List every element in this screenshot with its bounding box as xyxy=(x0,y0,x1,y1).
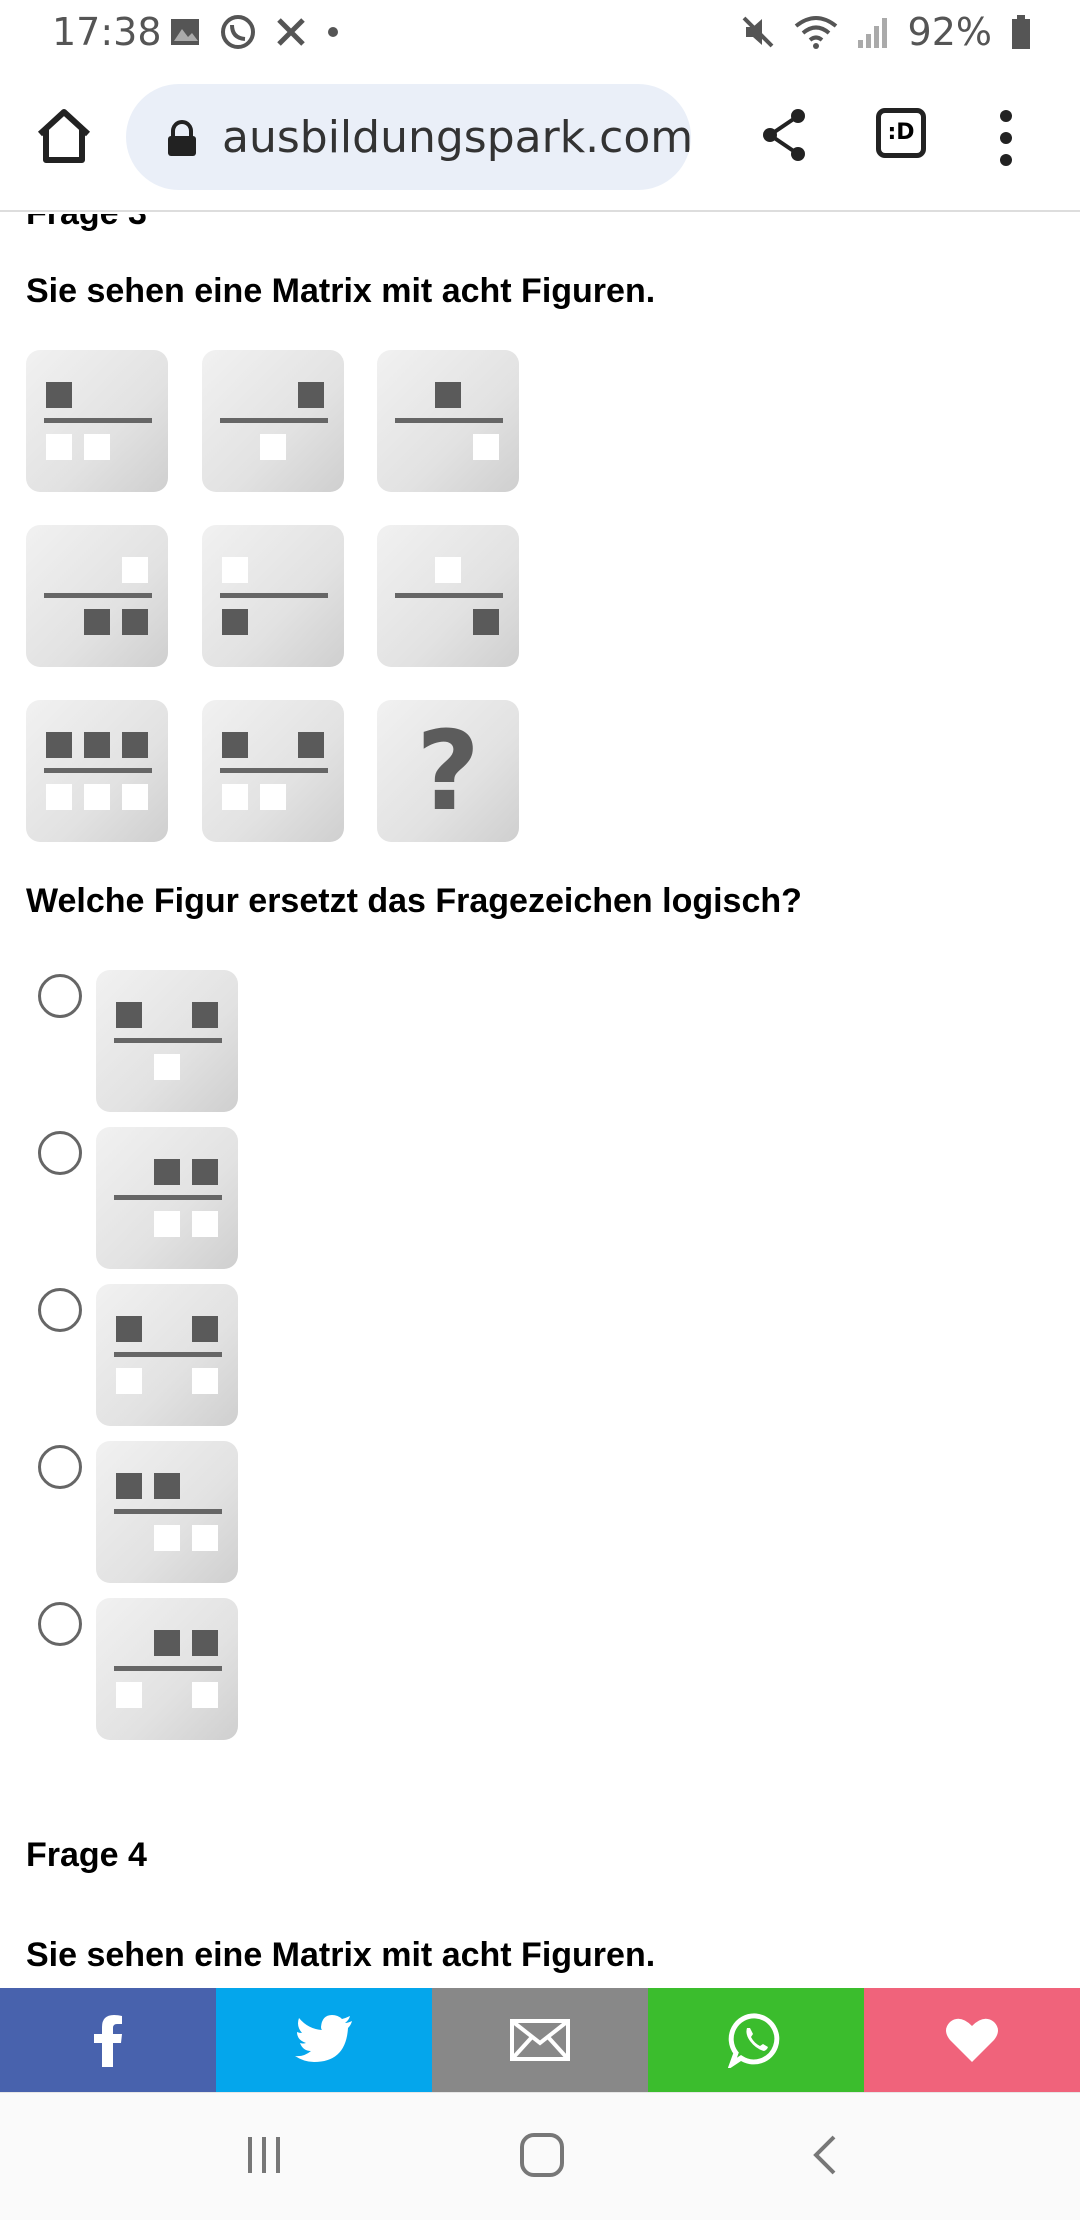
answer-radio-1[interactable] xyxy=(38,974,82,1018)
page-content: Frage 3 Sie sehen eine Matrix mit acht F… xyxy=(0,214,1080,1988)
whatsapp-share-button[interactable] xyxy=(648,1988,864,2092)
battery-percent: 92% xyxy=(907,10,992,54)
matrix-figure xyxy=(202,525,344,667)
answer-radio-2[interactable] xyxy=(38,1131,82,1175)
signal-icon xyxy=(857,18,887,48)
heart-icon xyxy=(946,2018,998,2062)
matrix-figure xyxy=(26,525,168,667)
matrix-figure xyxy=(26,700,168,842)
answer-figure-1[interactable] xyxy=(96,970,238,1112)
share-bar xyxy=(0,1988,1080,2092)
lock-icon xyxy=(168,120,196,156)
status-bar: 17:38 92% xyxy=(0,0,1080,64)
dot-icon xyxy=(328,27,338,37)
question-3-title: Frage 3 xyxy=(26,214,147,233)
answer-figure-2[interactable] xyxy=(96,1127,238,1269)
home-icon[interactable] xyxy=(518,2131,566,2179)
home-button[interactable] xyxy=(32,104,96,168)
favorite-button[interactable] xyxy=(864,1988,1080,2092)
answer-figure-3[interactable] xyxy=(96,1284,238,1426)
email-share-button[interactable] xyxy=(432,1988,648,2092)
wifi-icon xyxy=(794,16,837,49)
twitter-share-button[interactable] xyxy=(216,1988,432,2092)
missed-call-icon xyxy=(277,18,305,46)
facebook-share-button[interactable] xyxy=(0,1988,216,2092)
answer-radio-3[interactable] xyxy=(38,1288,82,1332)
question-4-instruction: Sie sehen eine Matrix mit acht Figuren. xyxy=(26,1936,656,1974)
system-icons: 92% xyxy=(740,10,1032,54)
question-3-instruction: Sie sehen eine Matrix mit acht Figuren. xyxy=(26,272,656,310)
question-4-title: Frage 4 xyxy=(26,1836,147,1874)
gallery-icon xyxy=(171,19,199,45)
matrix-figure xyxy=(202,700,344,842)
status-time: 17:38 xyxy=(52,10,162,54)
battery-icon xyxy=(1012,15,1030,49)
matrix-question-tile: ? xyxy=(377,700,519,842)
recent-apps-icon[interactable] xyxy=(242,2133,286,2177)
twitter-icon xyxy=(295,2015,352,2062)
answer-figure-4[interactable] xyxy=(96,1441,238,1583)
matrix-figure xyxy=(26,350,168,492)
mail-icon xyxy=(510,2019,570,2061)
notification-icons xyxy=(168,14,340,50)
share-button[interactable] xyxy=(758,106,810,164)
matrix-figure xyxy=(377,350,519,492)
mute-icon xyxy=(742,16,773,48)
question-3-prompt: Welche Figur ersetzt das Fragezeichen lo… xyxy=(26,882,802,920)
matrix-figure xyxy=(202,350,344,492)
question-mark: ? xyxy=(416,707,480,835)
matrix-figure xyxy=(377,525,519,667)
url-text: ausbildungspark.com/ xyxy=(222,112,691,163)
tab-switcher-label: :D xyxy=(887,120,915,145)
phone-icon xyxy=(221,15,255,49)
more-menu-button[interactable] xyxy=(996,108,1016,168)
back-icon[interactable] xyxy=(806,2133,846,2177)
facebook-icon xyxy=(94,2015,122,2067)
navigation-bar xyxy=(0,2092,1080,2220)
answer-radio-4[interactable] xyxy=(38,1445,82,1489)
url-bar[interactable]: ausbildungspark.com/ xyxy=(126,84,691,190)
tab-switcher-button[interactable]: :D xyxy=(876,108,926,158)
answer-figure-5[interactable] xyxy=(96,1598,238,1740)
whatsapp-icon xyxy=(728,2013,780,2068)
answer-radio-5[interactable] xyxy=(38,1602,82,1646)
browser-toolbar: ausbildungspark.com/ :D xyxy=(0,64,1080,212)
